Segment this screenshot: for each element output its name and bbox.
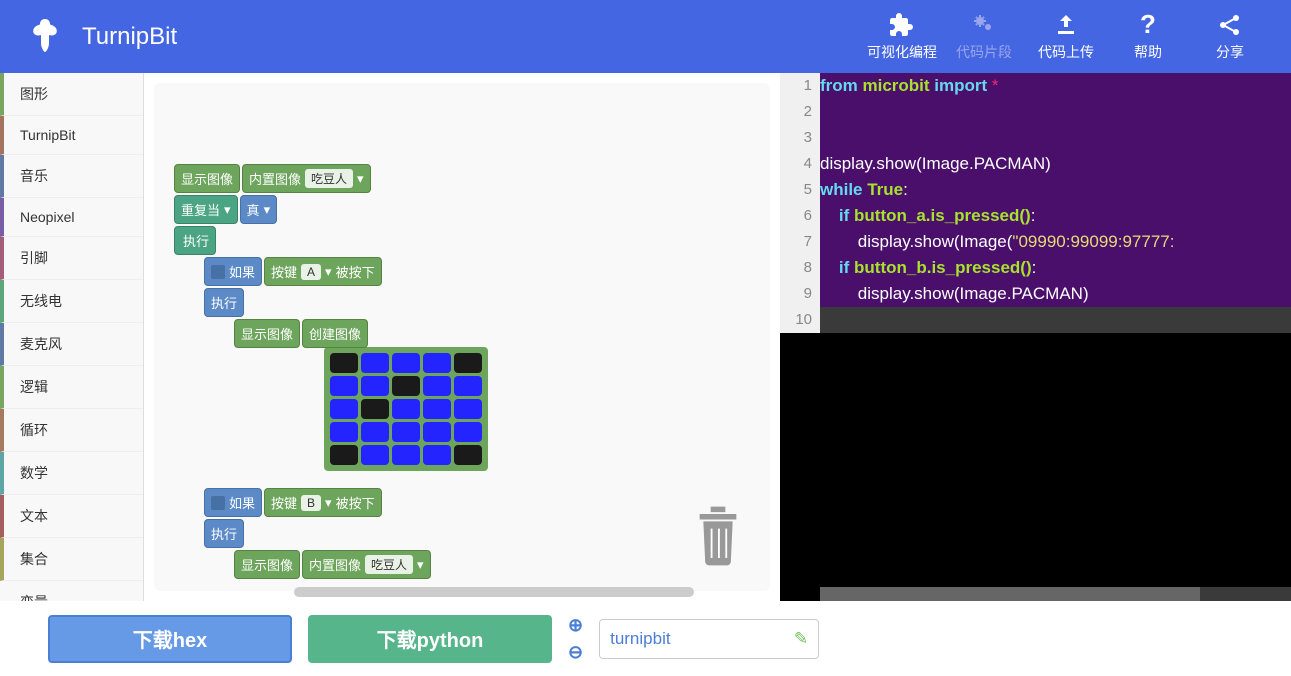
led-cell[interactable]: [454, 399, 482, 419]
led-cell[interactable]: [454, 422, 482, 442]
code-scrollbar-h[interactable]: [820, 587, 1291, 601]
led-cell[interactable]: [330, 399, 358, 419]
gear-icon[interactable]: [211, 265, 225, 279]
nav-code-upload[interactable]: 代码上传: [1025, 0, 1107, 73]
zoom-in-icon[interactable]: ⊕: [568, 615, 583, 636]
led-cell[interactable]: [361, 353, 389, 373]
led-cell[interactable]: [423, 399, 451, 419]
sidebar-item[interactable]: 音乐: [0, 155, 143, 198]
download-python-button[interactable]: 下载python: [308, 615, 552, 663]
app-header: TurnipBit 可视化编程 代码片段 代码上传 ? 帮助: [0, 0, 1291, 73]
block-show-image[interactable]: 显示图像: [234, 550, 300, 579]
led-cell[interactable]: [392, 445, 420, 465]
nav-visual-programming[interactable]: 可视化编程: [861, 0, 943, 73]
led-cell[interactable]: [454, 376, 482, 396]
logo-icon: [20, 17, 70, 57]
pencil-icon[interactable]: ✎: [794, 629, 808, 649]
sidebar-item[interactable]: TurnipBit: [0, 116, 143, 155]
led-cell[interactable]: [392, 422, 420, 442]
sidebar-item[interactable]: 变量: [0, 581, 143, 601]
sidebar-item[interactable]: 逻辑: [0, 366, 143, 409]
led-cell[interactable]: [361, 399, 389, 419]
code-content[interactable]: from microbit import * display.show(Imag…: [820, 73, 1291, 333]
sidebar-item[interactable]: 循环: [0, 409, 143, 452]
footer: 下载hex 下载python ⊕ ⊖ turnipbit ✎: [0, 601, 1291, 676]
block-show-image[interactable]: 显示图像: [234, 319, 300, 348]
share-icon: [1218, 12, 1242, 38]
block-builtin-image[interactable]: 内置图像 吃豆人 ▾: [302, 550, 431, 579]
nav-share[interactable]: 分享: [1189, 0, 1271, 73]
app-title: TurnipBit: [82, 23, 177, 51]
project-name-input[interactable]: turnipbit ✎: [599, 619, 819, 659]
gears-icon: [971, 12, 997, 38]
block-do-label: 执行: [174, 226, 216, 255]
led-cell[interactable]: [392, 353, 420, 373]
header-nav: 可视化编程 代码片段 代码上传 ? 帮助 分享: [861, 0, 1271, 73]
block-if[interactable]: 如果: [204, 257, 262, 286]
trash-icon[interactable]: [696, 506, 740, 571]
block-button-a[interactable]: 按键 A ▾ 被按下: [264, 257, 382, 286]
sidebar-item[interactable]: 集合: [0, 538, 143, 581]
upload-icon: [1054, 12, 1078, 38]
sidebar-item[interactable]: Neopixel: [0, 198, 143, 237]
puzzle-icon: [890, 12, 914, 38]
led-cell[interactable]: [361, 422, 389, 442]
led-cell[interactable]: [454, 353, 482, 373]
sidebar-item[interactable]: 文本: [0, 495, 143, 538]
zoom-out-icon[interactable]: ⊖: [568, 642, 583, 663]
sidebar-item[interactable]: 数学: [0, 452, 143, 495]
block-show-image[interactable]: 显示图像: [174, 164, 240, 193]
canvas-scrollbar[interactable]: [294, 587, 694, 597]
block-do-label: 执行: [204, 288, 244, 317]
block-canvas[interactable]: 显示图像 内置图像 吃豆人 ▾ 重复当 ▾ 真 ▾ 执行 如果 按键 A ▾ 被…: [144, 73, 780, 601]
block-create-image[interactable]: 创建图像: [302, 319, 368, 348]
download-hex-button[interactable]: 下载hex: [48, 615, 292, 663]
nav-code-snippet[interactable]: 代码片段: [943, 0, 1025, 73]
led-cell[interactable]: [423, 376, 451, 396]
block-do-label: 执行: [204, 519, 244, 548]
led-grid[interactable]: [324, 347, 488, 471]
block-stack[interactable]: 显示图像 内置图像 吃豆人 ▾ 重复当 ▾ 真 ▾ 执行 如果 按键 A ▾ 被…: [174, 163, 488, 580]
line-gutter: 12345678910: [780, 73, 820, 333]
block-repeat-while[interactable]: 重复当 ▾: [174, 195, 238, 224]
led-cell[interactable]: [330, 445, 358, 465]
led-cell[interactable]: [423, 445, 451, 465]
logo: TurnipBit: [20, 17, 177, 57]
led-cell[interactable]: [423, 422, 451, 442]
nav-help[interactable]: ? 帮助: [1107, 0, 1189, 73]
workspace[interactable]: 显示图像 内置图像 吃豆人 ▾ 重复当 ▾ 真 ▾ 执行 如果 按键 A ▾ 被…: [154, 83, 770, 591]
led-cell[interactable]: [330, 422, 358, 442]
sidebar-item[interactable]: 无线电: [0, 280, 143, 323]
gear-icon[interactable]: [211, 496, 225, 510]
block-true[interactable]: 真 ▾: [240, 195, 278, 224]
sidebar-item[interactable]: 麦克风: [0, 323, 143, 366]
sidebar-item[interactable]: 引脚: [0, 237, 143, 280]
sidebar-item[interactable]: 图形: [0, 73, 143, 116]
block-button-b[interactable]: 按键 B ▾ 被按下: [264, 488, 382, 517]
led-cell[interactable]: [361, 376, 389, 396]
code-editor[interactable]: 12345678910 from microbit import * displ…: [780, 73, 1291, 601]
block-category-sidebar: 显示图形TurnipBit音乐Neopixel引脚无线电麦克风逻辑循环数学文本集…: [0, 73, 144, 601]
led-cell[interactable]: [423, 353, 451, 373]
block-if[interactable]: 如果: [204, 488, 262, 517]
led-cell[interactable]: [330, 376, 358, 396]
zoom-controls: ⊕ ⊖: [568, 615, 583, 663]
led-cell[interactable]: [361, 445, 389, 465]
led-cell[interactable]: [392, 376, 420, 396]
led-cell[interactable]: [392, 399, 420, 419]
led-cell[interactable]: [454, 445, 482, 465]
led-cell[interactable]: [330, 353, 358, 373]
block-builtin-image[interactable]: 内置图像 吃豆人 ▾: [242, 164, 371, 193]
question-icon: ?: [1140, 12, 1156, 38]
main-area: 显示图形TurnipBit音乐Neopixel引脚无线电麦克风逻辑循环数学文本集…: [0, 73, 1291, 601]
